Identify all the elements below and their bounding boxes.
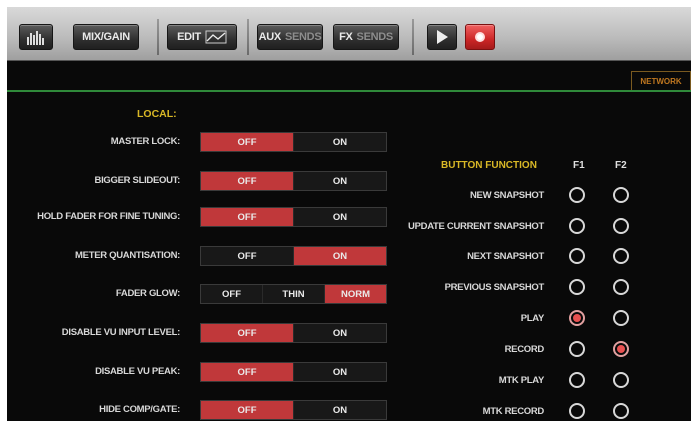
setting-label: METER QUANTISATION:: [75, 250, 180, 261]
setting-label: BIGGER SLIDEOUT:: [94, 175, 181, 186]
f1-column-header: F1: [573, 160, 585, 171]
f2-radio[interactable]: [613, 372, 629, 388]
aux-sends-label: SENDS: [284, 31, 322, 43]
fx-label: FX: [339, 31, 353, 43]
button-function-label: NEW SNAPSHOT: [470, 190, 544, 201]
play-icon: [436, 30, 448, 44]
f1-radio[interactable]: [569, 187, 585, 203]
setting-label: DISABLE VU PEAK:: [95, 366, 180, 377]
meters-button[interactable]: [19, 24, 53, 50]
button-function-label: MTK RECORD: [482, 406, 545, 417]
button-function-heading: BUTTON FUNCTION: [441, 160, 537, 171]
f1-radio[interactable]: [569, 403, 585, 419]
f2-radio[interactable]: [613, 310, 629, 326]
setting-label: MASTER LOCK:: [110, 136, 181, 147]
mix-gain-button[interactable]: MIX/GAIN: [73, 24, 139, 50]
edit-curve-icon: [205, 30, 227, 44]
toggle-option[interactable]: ON: [293, 324, 386, 342]
toggle-option[interactable]: OFF: [201, 172, 293, 190]
f2-radio[interactable]: [613, 248, 629, 264]
toggle-option[interactable]: OFF: [201, 363, 293, 381]
toggle-option[interactable]: OFF: [201, 247, 293, 265]
button-function-label: PREVIOUS SNAPSHOT: [444, 282, 545, 293]
setting-toggle: OFF ON: [200, 323, 387, 343]
setting-label: FADER GLOW:: [115, 288, 180, 299]
toggle-option[interactable]: OFF: [201, 401, 293, 419]
fx-sends-label: SENDS: [356, 31, 394, 43]
f1-radio[interactable]: [569, 218, 585, 234]
edit-label: EDIT: [177, 31, 201, 43]
toggle-option[interactable]: OFF: [201, 208, 293, 226]
record-icon: [475, 32, 485, 42]
f2-radio[interactable]: [613, 341, 629, 357]
mix-gain-label: MIX/GAIN: [82, 31, 130, 43]
toolbar-divider: [247, 19, 249, 55]
f1-radio[interactable]: [569, 248, 585, 264]
app-window: MIX/GAIN EDIT AUX SENDS FX SENDS NETWORK…: [7, 7, 691, 421]
local-heading: LOCAL:: [137, 108, 177, 120]
meter-bars-icon: [27, 31, 44, 45]
toolbar-divider: [157, 19, 159, 55]
aux-sends-button[interactable]: AUX SENDS: [257, 24, 323, 50]
header-divider: [7, 90, 691, 92]
f1-radio[interactable]: [569, 310, 585, 326]
aux-label: AUX: [258, 31, 282, 43]
toggle-option[interactable]: ON: [293, 172, 386, 190]
f2-radio[interactable]: [613, 279, 629, 295]
fx-sends-button[interactable]: FX SENDS: [333, 24, 399, 50]
button-function-label: UPDATE CURRENT SNAPSHOT: [408, 221, 544, 232]
f1-radio[interactable]: [569, 341, 585, 357]
setting-label: DISABLE VU INPUT LEVEL:: [61, 327, 181, 338]
toggle-option[interactable]: ON: [293, 133, 386, 151]
toggle-option[interactable]: THIN: [262, 285, 324, 303]
record-button[interactable]: [465, 24, 495, 50]
setting-label: HIDE COMP/GATE:: [99, 404, 180, 415]
setting-toggle: OFF ON: [200, 171, 387, 191]
f2-radio[interactable]: [613, 218, 629, 234]
toggle-option[interactable]: OFF: [201, 324, 293, 342]
button-function-label: PLAY: [520, 313, 545, 324]
f1-radio[interactable]: [569, 372, 585, 388]
f2-column-header: F2: [615, 160, 627, 171]
toolbar-divider: [412, 19, 414, 55]
edit-button[interactable]: EDIT: [167, 24, 237, 50]
f1-radio[interactable]: [569, 279, 585, 295]
toggle-option[interactable]: OFF: [201, 133, 293, 151]
f2-radio[interactable]: [613, 403, 629, 419]
setting-label: HOLD FADER FOR FINE TUNING:: [37, 211, 180, 222]
button-function-label: MTK PLAY: [498, 375, 545, 386]
button-function-label: NEXT SNAPSHOT: [467, 251, 544, 262]
button-function-label: RECORD: [504, 344, 545, 355]
toolbar: MIX/GAIN EDIT AUX SENDS FX SENDS: [7, 7, 691, 61]
f2-radio[interactable]: [613, 187, 629, 203]
network-tab-label: NETWORK: [640, 76, 682, 86]
toggle-option[interactable]: OFF: [201, 285, 262, 303]
network-tab[interactable]: NETWORK: [631, 71, 691, 91]
play-button[interactable]: [427, 24, 457, 50]
setting-toggle: OFF ON: [200, 132, 387, 152]
